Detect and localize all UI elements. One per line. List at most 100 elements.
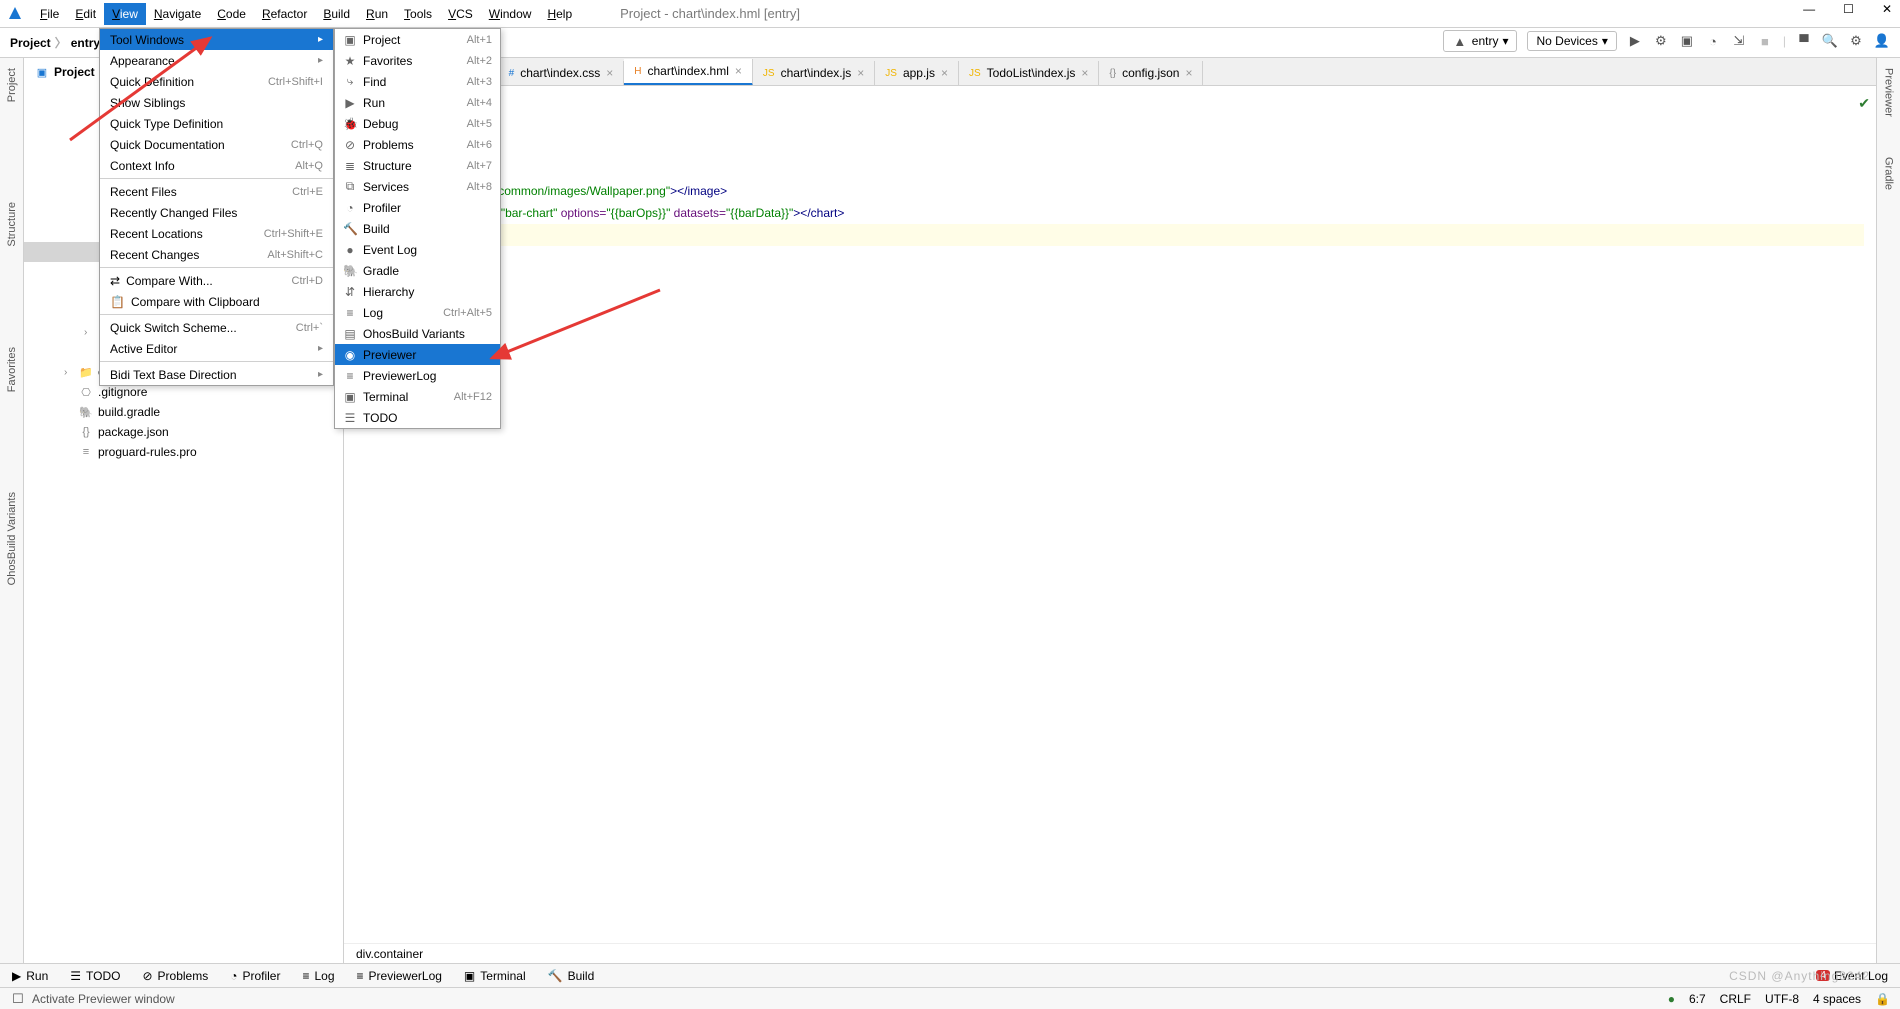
caret-position[interactable]: 6:7 [1689,992,1706,1006]
tool-problems[interactable]: ⊘Problems [142,969,208,983]
tab-chart-index-hml[interactable]: Hchart\index.hml× [624,59,753,86]
tool-log[interactable]: ≡Log [302,969,334,983]
menu-view[interactable]: View [104,3,146,25]
tool-tab-ohosbuild-variants[interactable]: OhosBuild Variants [6,492,18,585]
coverage-icon[interactable]: ▣ [1679,33,1695,49]
tool-window-profiler[interactable]: ◔Profiler [335,197,500,218]
avatar-icon[interactable]: 👤 [1874,33,1890,49]
tool-window-services[interactable]: ⧉ServicesAlt+8 [335,176,500,197]
view-menu-dropdown[interactable]: Tool Windows▸Appearance▸Quick Definition… [99,28,334,386]
close-tab-icon[interactable]: × [735,64,742,78]
menu-navigate[interactable]: Navigate [146,3,209,25]
menu-item-quick-switch-scheme-[interactable]: Quick Switch Scheme...Ctrl+` [100,317,333,338]
tool-terminal[interactable]: ▣Terminal [464,969,526,983]
tool-window-favorites[interactable]: ★FavoritesAlt+2 [335,50,500,71]
profile-icon[interactable]: ◔ [1705,33,1721,49]
menu-tools[interactable]: Tools [396,3,440,25]
menu-item-quick-documentation[interactable]: Quick DocumentationCtrl+Q [100,134,333,155]
menu-edit[interactable]: Edit [67,3,104,25]
breadcrumb-project[interactable]: Project [10,36,51,50]
menu-item-recently-changed-files[interactable]: Recently Changed Files [100,202,333,223]
tab-chart-index-css[interactable]: #chart\index.css× [499,61,625,85]
tool-window-terminal[interactable]: ▣TerminalAlt+F12 [335,386,500,407]
menu-refactor[interactable]: Refactor [254,3,315,25]
tool-todo[interactable]: ☰TODO [70,969,120,983]
tool-window-build[interactable]: 🔨Build [335,218,500,239]
expand-icon[interactable]: › [84,327,94,338]
tool-window-project[interactable]: ▣ProjectAlt+1 [335,29,500,50]
menu-help[interactable]: Help [539,3,580,25]
menu-item-recent-files[interactable]: Recent FilesCtrl+E [100,181,333,202]
menu-item-compare-with-[interactable]: ⇄Compare With...Ctrl+D [100,270,333,291]
menu-item-context-info[interactable]: Context InfoAlt+Q [100,155,333,176]
tool-tab-gradle[interactable]: Gradle [1883,157,1895,190]
tool-window-event-log[interactable]: ●Event Log [335,239,500,260]
menu-item-quick-definition[interactable]: Quick DefinitionCtrl+Shift+I [100,71,333,92]
maximize-icon[interactable]: ☐ [1843,2,1854,16]
tool-window-debug[interactable]: 🐞DebugAlt+5 [335,113,500,134]
tool-window-todo[interactable]: ☰TODO [335,407,500,428]
search-icon[interactable]: 🔍 [1822,33,1838,49]
close-icon[interactable]: ✕ [1882,2,1892,16]
menu-item-show-siblings[interactable]: Show Siblings [100,92,333,113]
indent-info[interactable]: 4 spaces [1813,992,1861,1006]
close-tab-icon[interactable]: × [606,66,613,80]
tree-item-package-json[interactable]: {}package.json [24,422,343,442]
tool-tab-favorites[interactable]: Favorites [6,347,18,392]
lock-icon[interactable]: 🔒 [1875,992,1890,1006]
debug-icon[interactable]: ⚙ [1653,33,1669,49]
expand-icon[interactable]: › [64,367,74,378]
menu-item-compare-with-clipboard[interactable]: 📋Compare with Clipboard [100,291,333,312]
stop-icon[interactable]: ■ [1757,33,1773,49]
tool-windows-submenu[interactable]: ▣ProjectAlt+1★FavoritesAlt+2⤷FindAlt+3▶R… [334,28,501,429]
menu-item-appearance[interactable]: Appearance▸ [100,50,333,71]
close-tab-icon[interactable]: × [941,66,948,80]
run-config-dropdown[interactable]: ▲ entry ▾ [1443,30,1518,52]
tree-item-proguard-rules-pro[interactable]: ≡proguard-rules.pro [24,442,343,462]
tool-tab-structure[interactable]: Structure [6,202,18,247]
tool-run[interactable]: ▶Run [12,969,48,983]
menu-item-active-editor[interactable]: Active Editor▸ [100,338,333,359]
code-editor[interactable]: ✔ er"> ata-region"> s="data-background" … [344,86,1876,943]
menu-item-quick-type-definition[interactable]: Quick Type Definition [100,113,333,134]
tool-window-structure[interactable]: ≣StructureAlt+7 [335,155,500,176]
tool-window-problems[interactable]: ⊘ProblemsAlt+6 [335,134,500,155]
devices-dropdown[interactable]: No Devices ▾ [1527,31,1616,51]
tool-window-previewerlog[interactable]: ≡PreviewerLog [335,365,500,386]
tab-TodoList-index-js[interactable]: JSTodoList\index.js× [959,61,1099,85]
line-separator[interactable]: CRLF [1720,992,1751,1006]
tree-item-build-gradle[interactable]: 🐘build.gradle [24,402,343,422]
breadcrumb[interactable]: Project 〉 entry [10,34,100,51]
run-icon[interactable]: ▶ [1627,33,1643,49]
menu-item-tool-windows[interactable]: Tool Windows▸ [100,29,333,50]
attach-icon[interactable]: ⇲ [1731,33,1747,49]
tool-previewerlog[interactable]: ≡PreviewerLog [357,969,442,983]
menu-run[interactable]: Run [358,3,396,25]
tab-config-json[interactable]: {}config.json× [1099,61,1203,85]
tool-window-log[interactable]: ≡LogCtrl+Alt+5 [335,302,500,323]
tool-tab-previewer[interactable]: Previewer [1883,68,1895,117]
menu-item-recent-locations[interactable]: Recent LocationsCtrl+Shift+E [100,223,333,244]
minimize-icon[interactable]: — [1803,2,1815,16]
close-tab-icon[interactable]: × [1081,66,1088,80]
tool-window-find[interactable]: ⤷FindAlt+3 [335,71,500,92]
close-tab-icon[interactable]: × [857,66,864,80]
menu-file[interactable]: File [32,3,67,25]
menu-vcs[interactable]: VCS [440,3,481,25]
menu-window[interactable]: Window [481,3,540,25]
tool-window-ohosbuild-variants[interactable]: ▤OhosBuild Variants [335,323,500,344]
tool-window-hierarchy[interactable]: ⇵Hierarchy [335,281,500,302]
menu-item-bidi-text-base-direction[interactable]: Bidi Text Base Direction▸ [100,364,333,385]
tool-window-gradle[interactable]: 🐘Gradle [335,260,500,281]
tool-build[interactable]: 🔨Build [548,969,595,983]
tool-tab-project[interactable]: Project [6,68,18,102]
project-structure-icon[interactable]: ▀ [1796,33,1812,49]
tab-app-js[interactable]: JSapp.js× [875,61,959,85]
tab-chart-index-js[interactable]: JSchart\index.js× [753,61,875,85]
tool-profiler[interactable]: ◔Profiler [230,969,280,983]
menu-item-recent-changes[interactable]: Recent ChangesAlt+Shift+C [100,244,333,265]
tool-window-previewer[interactable]: ◉Previewer [335,344,500,365]
menu-build[interactable]: Build [315,3,358,25]
breadcrumb-entry[interactable]: entry [71,36,100,50]
tool-window-run[interactable]: ▶RunAlt+4 [335,92,500,113]
